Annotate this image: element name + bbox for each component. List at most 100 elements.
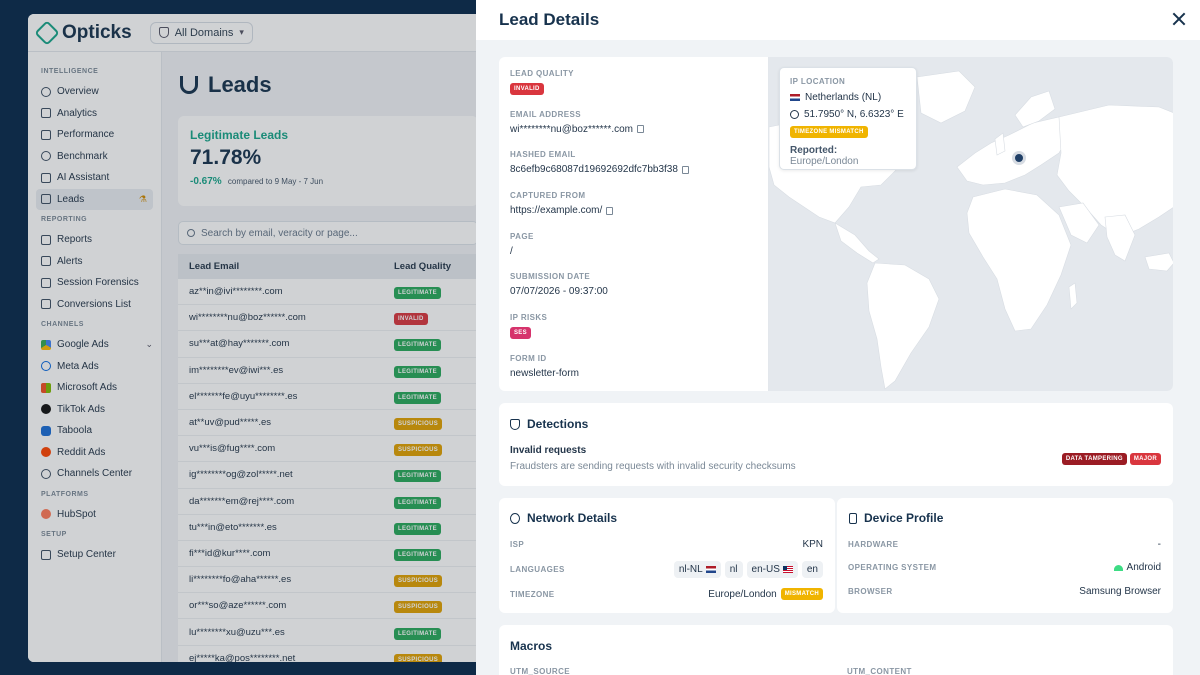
macro-key: UTM_SOURCE: [510, 667, 571, 675]
field-lead-quality: LEAD QUALITY INVALID: [510, 69, 760, 110]
detection-name: Invalid requests: [510, 445, 587, 456]
field-value: 07/07/2026 - 09:37:00: [510, 286, 608, 298]
device-title-text: Device Profile: [864, 511, 944, 525]
lead-info-card: LEAD QUALITY INVALID EMAIL ADDRESS wi******…: [499, 57, 1173, 391]
field-value: https://example.com/: [510, 205, 603, 217]
field-value: /: [510, 245, 513, 257]
field-value-wrap: https://example.com/: [510, 205, 760, 216]
reported-timezone: Reported: Europe/London: [790, 145, 906, 167]
shield-check-icon: [510, 418, 520, 430]
field-submission-date: SUBMISSION DATE 07/07/2026 - 09:37:00: [510, 272, 760, 313]
isp-row: ISP KPN: [510, 539, 823, 550]
timezone-badge: MISMATCH: [780, 588, 823, 600]
copy-icon[interactable]: [681, 165, 689, 174]
field-label: CAPTURED FROM: [510, 191, 586, 201]
browser-label: BROWSER: [848, 587, 893, 596]
field-captured-from: CAPTURED FROM https://example.com/: [510, 191, 760, 232]
field-value-wrap: 8c6efb9c68087d19692692dfc7bb3f38: [510, 164, 760, 175]
isp-value: KPN: [802, 539, 823, 550]
field-value: wi********nu@boz******.com: [510, 123, 633, 135]
timezone-mismatch-badge: TIMEZONE MISMATCH: [790, 126, 868, 138]
field-value-wrap: newsletter-form: [510, 368, 760, 379]
drawer-header: Lead Details: [476, 0, 1200, 40]
globe-icon: [510, 512, 520, 524]
device-profile-card: Device Profile HARDWARE - OPERATING SYST…: [837, 498, 1173, 613]
language-chip: nl-NL: [673, 561, 721, 578]
field-ip-risks: IP RISKS SES: [510, 313, 760, 354]
macro-key: UTM_CONTENT: [847, 667, 912, 675]
close-icon[interactable]: [1172, 12, 1186, 26]
flag-nl-icon: [705, 566, 716, 573]
field-label: HASHED EMAIL: [510, 150, 576, 160]
language-chip: en: [801, 561, 823, 578]
location-pin-icon[interactable]: [1015, 154, 1023, 162]
field-value-wrap: INVALID: [510, 83, 760, 95]
field-email-address: EMAIL ADDRESS wi********nu@boz******.com: [510, 110, 760, 151]
lead-details-drawer: Lead Details LEAD QUALITY INVALID EMAIL AD…: [476, 0, 1200, 675]
reported-value: Europe/London: [790, 156, 859, 167]
field-value-wrap: /: [510, 246, 760, 257]
detections-title: Detections: [510, 417, 588, 431]
ip-location-map[interactable]: IP LOCATION Netherlands (NL) 51.7950° N,…: [768, 57, 1173, 391]
copy-icon[interactable]: [637, 125, 644, 134]
android-icon: [1113, 564, 1123, 571]
phone-icon: [849, 512, 857, 524]
languages-label: LANGUAGES: [510, 565, 565, 574]
field-value-wrap: SES: [510, 327, 760, 340]
ip-coords: 51.7950° N, 6.6323° E: [804, 109, 904, 120]
languages-row: LANGUAGES nl-NL nl en-US en: [510, 561, 823, 578]
invalid-badge: INVALID: [510, 83, 544, 95]
field-value-wrap: wi********nu@boz******.com: [510, 124, 760, 135]
major-badge: MAJOR: [1129, 453, 1161, 465]
detection-tags: DATA TAMPERING MAJOR: [1061, 453, 1161, 465]
reported-label: Reported:: [790, 145, 838, 156]
ip-location-title: IP LOCATION: [790, 77, 846, 86]
flag-us-icon: [782, 566, 793, 573]
field-label: PAGE: [510, 231, 534, 241]
data-tampering-badge: DATA TAMPERING: [1061, 453, 1127, 465]
os-value: Android: [1126, 562, 1161, 573]
macros-card: Macros UTM_SOURCE UTM_CONTENT: [499, 625, 1173, 675]
ip-country: Netherlands (NL): [805, 92, 882, 103]
detections-card: Detections Invalid requests Fraudsters a…: [499, 403, 1173, 486]
os-label: OPERATING SYSTEM: [848, 563, 937, 572]
ip-location-popup: IP LOCATION Netherlands (NL) 51.7950° N,…: [779, 67, 917, 170]
field-value-wrap: 07/07/2026 - 09:37:00: [510, 286, 760, 297]
isp-label: ISP: [510, 540, 525, 549]
field-label: SUBMISSION DATE: [510, 272, 591, 282]
field-form-id: FORM ID newsletter-form: [510, 354, 760, 391]
language-chip: en-US: [746, 561, 798, 578]
hardware-row: HARDWARE -: [848, 539, 1161, 550]
timezone-value-wrap: Europe/London MISMATCH: [708, 588, 823, 600]
timezone-value: Europe/London: [708, 588, 777, 600]
timezone-row: TIMEZONE Europe/London MISMATCH: [510, 588, 823, 600]
network-details-title: Network Details: [510, 511, 617, 525]
field-label: FORM ID: [510, 353, 547, 363]
network-title-text: Network Details: [527, 511, 618, 525]
languages-list: nl-NL nl en-US en: [673, 561, 823, 578]
detections-title-text: Detections: [527, 417, 589, 431]
globe-icon: [790, 110, 799, 119]
ip-coords-row: 51.7950° N, 6.6323° E: [790, 109, 906, 120]
device-profile-title: Device Profile: [849, 511, 943, 525]
ses-badge: SES: [510, 327, 531, 340]
drawer-title: Lead Details: [499, 10, 600, 29]
field-label: IP RISKS: [510, 313, 548, 323]
field-hashed-email: HASHED EMAIL 8c6efb9c68087d19692692dfc7bb…: [510, 150, 760, 191]
field-value: newsletter-form: [510, 367, 579, 379]
os-row: OPERATING SYSTEM Android: [848, 562, 1161, 573]
macros-title: Macros: [510, 639, 553, 653]
timezone-label: TIMEZONE: [510, 589, 555, 599]
language-chip: nl: [724, 561, 743, 578]
os-value-wrap: Android: [1113, 562, 1161, 573]
copy-icon[interactable]: [606, 206, 614, 215]
field-value: 8c6efb9c68087d19692692dfc7bb3f38: [510, 164, 678, 176]
flag-nl-icon: [790, 94, 800, 101]
hardware-value: -: [1157, 539, 1161, 550]
browser-row: BROWSER Samsung Browser: [848, 586, 1161, 597]
field-label: EMAIL ADDRESS: [510, 109, 581, 119]
field-page: PAGE /: [510, 232, 760, 273]
network-details-card: Network Details ISP KPN LANGUAGES nl-NL …: [499, 498, 835, 613]
browser-value: Samsung Browser: [1079, 586, 1161, 597]
field-label: LEAD QUALITY: [510, 69, 574, 78]
